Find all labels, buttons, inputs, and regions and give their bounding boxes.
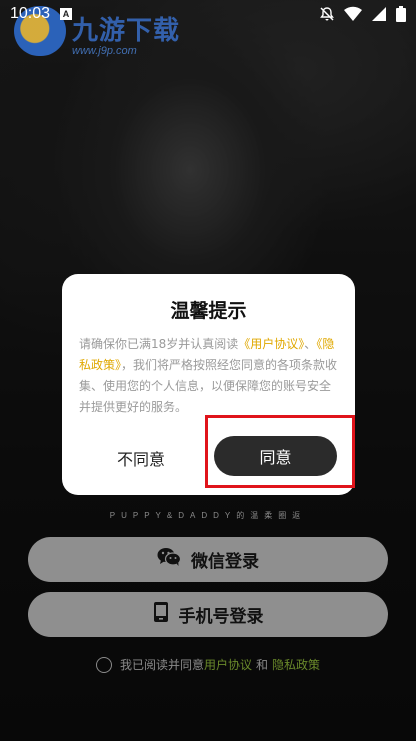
dialog-body-prefix: 请确保你已满18岁并认真阅读 [79,337,239,351]
status-bar: 10:03 A [0,0,416,28]
phone-login-button[interactable]: 手机号登录 [28,592,388,637]
dialog-body: 请确保你已满18岁并认真阅读《用户协议》、《隐私政策》，我们将严格按照经您同意的… [79,334,341,418]
wifi-icon [344,6,362,22]
notice-dialog: 温馨提示 请确保你已满18岁并认真阅读《用户协议》、《隐私政策》，我们将严格按照… [62,274,355,495]
dialog-separator: 、 [304,337,317,351]
agree-button[interactable]: 同意 [214,436,337,476]
brand-tagline: PUPPY&DADDY的温柔圈返 [109,511,307,520]
dialog-title: 温馨提示 [170,300,247,322]
agree-button-label: 同意 [259,448,292,467]
status-time: 10:03 [10,5,51,22]
dialog-user-agreement-link[interactable]: 《用户协议》 [238,337,304,351]
agreement-and: 和 [256,658,269,672]
agreement-prefix: 我已阅读并同意 [119,658,204,672]
agreement-checkbox[interactable] [95,656,112,673]
battery-icon [396,6,406,22]
disagree-button[interactable]: 不同意 [108,446,174,469]
wechat-login-label: 微信登录 [191,552,259,572]
notifications-off-icon [319,6,335,22]
status-icons [319,6,406,22]
privacy-policy-link[interactable]: 隐私政策 [272,656,320,673]
wechat-login-button[interactable]: 微信登录 [28,537,388,582]
user-agreement-link[interactable]: 用户协议 [204,656,252,673]
phone-login-label: 手机号登录 [178,607,264,627]
phone-icon [153,602,169,627]
agreement-row: 我已阅读并同意 用户协议 和 隐私政策 [0,656,416,673]
notification-badge-icon: A [60,8,73,20]
signal-icon [371,6,387,22]
wechat-icon [157,547,182,572]
